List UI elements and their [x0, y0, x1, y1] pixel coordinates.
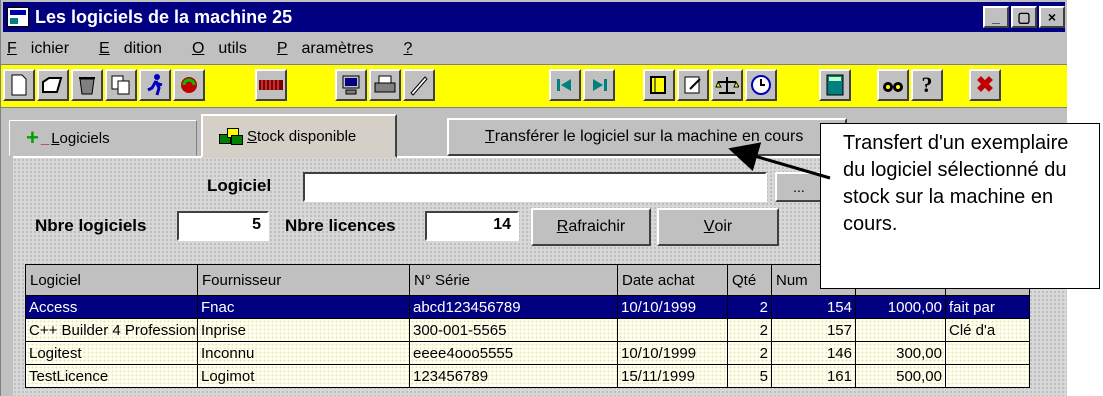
close-icon[interactable]: ✖ — [969, 69, 1001, 101]
logiciel-label: Logiciel — [207, 176, 272, 195]
table-cell: C++ Builder 4 Professionnel — [25, 318, 198, 342]
transfer-button[interactable]: Transférer le logiciel sur la machine en… — [447, 118, 847, 156]
book-icon[interactable] — [643, 69, 675, 101]
printer-icon[interactable] — [369, 69, 401, 101]
table-cell — [617, 318, 728, 342]
column-header[interactable]: Logiciel — [25, 264, 198, 296]
nbre-logiciels-label: Nbre logiciels — [35, 216, 147, 235]
table-cell: 146 — [771, 341, 856, 365]
annotation-callout: Transfert d'un exemplaire du logiciel sé… — [820, 123, 1100, 289]
table-cell: 157 — [771, 318, 856, 342]
tab-stock-label: Stock disponible — [247, 127, 357, 145]
menu-edition[interactable]: Edition — [97, 40, 176, 58]
last-icon[interactable] — [583, 69, 615, 101]
table-cell: 123456789 — [409, 364, 618, 388]
table-cell: 2 — [727, 318, 772, 342]
copy-icon[interactable] — [105, 69, 137, 101]
rafraichir-button[interactable]: Rafraichir — [531, 208, 651, 246]
person-icon[interactable] — [139, 69, 171, 101]
menu-bar: Fichier Edition Outils Paramètres ? — [3, 34, 454, 64]
toolbar: ? ✖ — [1, 64, 1067, 108]
table-cell: 2 — [727, 341, 772, 365]
menu-outils[interactable]: Outils — [190, 40, 261, 58]
table-cell: 5 — [727, 364, 772, 388]
add-icon: + — [26, 125, 39, 150]
edit-icon[interactable] — [677, 69, 709, 101]
open-icon[interactable] — [37, 69, 69, 101]
maximize-button[interactable]: ▢ — [1011, 6, 1037, 28]
table-cell: eeee4ooo5555 — [409, 341, 618, 365]
table-cell: 161 — [771, 364, 856, 388]
table-cell: 500,00 — [855, 364, 946, 388]
computer-icon[interactable] — [335, 69, 367, 101]
nbre-logiciels-field: 5 — [177, 211, 269, 241]
close-window-button[interactable]: × — [1039, 6, 1065, 28]
table-cell: 10/10/1999 — [617, 341, 728, 365]
tab-logiciels[interactable]: + _ Logiciels — [9, 120, 197, 156]
table-cell: Logimot — [197, 364, 410, 388]
window-controls: _ ▢ × — [983, 6, 1065, 28]
clock-icon[interactable] — [745, 69, 777, 101]
title-bar: Les logiciels de la machine 25 _ ▢ × — [3, 2, 1065, 32]
minimize-button[interactable]: _ — [983, 6, 1009, 28]
menu-parametres[interactable]: Paramètres — [275, 40, 388, 58]
refresh-icon[interactable] — [173, 69, 205, 101]
table-cell: 10/10/1999 — [617, 295, 728, 319]
app-icon — [7, 7, 29, 27]
tab-logiciels-label: Logiciels — [51, 129, 110, 147]
nbre-licences-field: 14 — [425, 211, 519, 241]
pen-icon[interactable] — [403, 69, 435, 101]
nbre-licences-label: Nbre licences — [285, 216, 396, 235]
table-cell — [945, 341, 1030, 365]
table-cell: fait par — [945, 295, 1030, 319]
table-cell: Clé d'a — [945, 318, 1030, 342]
balance-icon[interactable] — [711, 69, 743, 101]
new-icon[interactable] — [3, 69, 35, 101]
tab-stock-disponible[interactable]: Stock disponible — [201, 114, 397, 158]
table-cell: Inprise — [197, 318, 410, 342]
window-title: Les logiciels de la machine 25 — [35, 6, 293, 27]
table-cell: Access — [25, 295, 198, 319]
voir-button[interactable]: Voir — [657, 208, 779, 246]
column-header[interactable]: N° Série — [409, 264, 618, 296]
trash-icon[interactable] — [71, 69, 103, 101]
table-cell: Inconnu — [197, 341, 410, 365]
table-cell: 15/11/1999 — [617, 364, 728, 388]
first-icon[interactable] — [549, 69, 581, 101]
table-cell — [855, 318, 946, 342]
table-cell: abcd123456789 — [409, 295, 618, 319]
table-row[interactable]: Logitest Inconnu eeee4ooo5555 10/10/1999… — [25, 341, 1030, 365]
table-cell: 2 — [727, 295, 772, 319]
table-cell: 300,00 — [855, 341, 946, 365]
table-row[interactable]: TestLicence Logimot 123456789 15/11/1999… — [25, 364, 1030, 388]
menu-help[interactable]: ? — [402, 40, 441, 58]
column-header[interactable]: Fournisseur — [197, 264, 410, 296]
help-icon[interactable]: ? — [911, 69, 943, 101]
table-cell: Logitest — [25, 341, 198, 365]
memory-icon[interactable] — [255, 69, 287, 101]
table-row[interactable]: Access Fnac abcd123456789 10/10/1999 2 1… — [25, 295, 1030, 319]
menu-fichier[interactable]: Fichier — [5, 40, 83, 58]
table-cell: 154 — [771, 295, 856, 319]
table-cell: Fnac — [197, 295, 410, 319]
browse-button[interactable]: ... — [775, 172, 823, 202]
minus-icon: _ — [40, 129, 50, 147]
table-cell: 1000,00 — [855, 295, 946, 319]
column-header[interactable]: Date achat — [617, 264, 728, 296]
binoculars-icon[interactable] — [877, 69, 909, 101]
stock-icon — [219, 126, 243, 146]
table-row[interactable]: C++ Builder 4 Professionnel Inprise 300-… — [25, 318, 1030, 342]
column-header[interactable]: Qté — [727, 264, 772, 296]
logiciel-input[interactable] — [303, 172, 767, 202]
table-cell: TestLicence — [25, 364, 198, 388]
calculator-icon[interactable] — [819, 69, 851, 101]
table-cell — [945, 364, 1030, 388]
table-cell: 300-001-5565 — [409, 318, 618, 342]
